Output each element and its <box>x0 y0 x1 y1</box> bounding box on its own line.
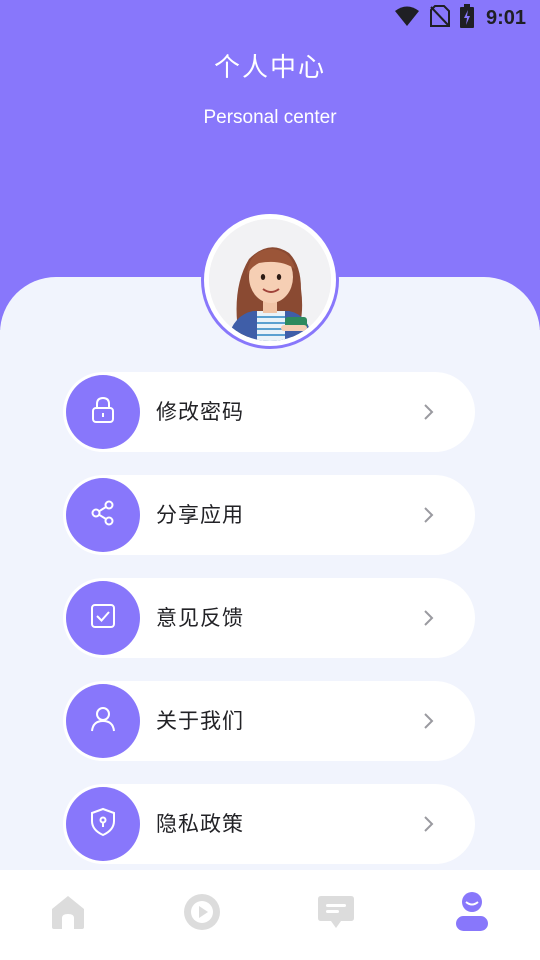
page-title: 个人中心 <box>213 53 326 83</box>
status-time: 9:01 <box>485 6 526 29</box>
lock-icon <box>90 396 116 428</box>
shield-icon <box>89 807 117 841</box>
menu-label: 修改密码 <box>156 400 244 424</box>
menu-icon-background <box>66 581 140 655</box>
menu-label: 分享应用 <box>156 503 244 527</box>
menu-item-feedback[interactable]: 意见反馈 <box>63 578 475 658</box>
menu-label: 隐私政策 <box>156 812 244 836</box>
share-icon <box>89 499 117 531</box>
menu-item-share-app[interactable]: 分享应用 <box>63 475 475 555</box>
chevron-right-icon <box>419 711 439 731</box>
menu-list: 修改密码 分享应用 意见反馈 关于我们 隐私政策 <box>63 372 475 887</box>
wifi-icon <box>394 5 420 31</box>
menu-item-privacy-policy[interactable]: 隐私政策 <box>63 784 475 864</box>
user-avatar-illustration <box>209 219 331 341</box>
tab-video[interactable] <box>180 892 224 936</box>
menu-item-change-password[interactable]: 修改密码 <box>63 372 475 452</box>
message-icon <box>317 895 355 933</box>
menu-icon-background <box>66 478 140 552</box>
home-icon <box>50 894 86 934</box>
menu-item-about-us[interactable]: 关于我们 <box>63 681 475 761</box>
chevron-right-icon <box>419 402 439 422</box>
status-icons: 9:01 <box>394 4 526 32</box>
menu-label: 意见反馈 <box>156 606 244 630</box>
chevron-right-icon <box>419 608 439 628</box>
menu-icon-background <box>66 375 140 449</box>
menu-label: 关于我们 <box>156 709 244 733</box>
chevron-right-icon <box>419 505 439 525</box>
bottom-tab-bar <box>0 870 540 960</box>
feedback-check-icon <box>89 602 117 634</box>
status-bar: 9:01 <box>0 0 540 36</box>
play-icon <box>183 893 221 935</box>
tab-profile[interactable] <box>450 892 494 936</box>
battery-charging-icon <box>459 4 474 32</box>
tab-home[interactable] <box>46 892 90 936</box>
person-icon <box>89 705 117 737</box>
profile-icon <box>454 892 490 936</box>
chevron-right-icon <box>419 814 439 834</box>
menu-icon-background <box>66 787 140 861</box>
avatar[interactable] <box>201 211 339 349</box>
menu-icon-background <box>66 684 140 758</box>
page-subtitle: Personal center <box>203 107 337 128</box>
tab-messages[interactable] <box>314 892 358 936</box>
no-sim-icon <box>429 5 450 31</box>
